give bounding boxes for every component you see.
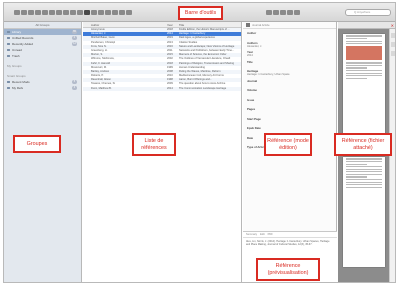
pdf-tool-button[interactable]	[391, 51, 395, 56]
folder-icon	[7, 37, 10, 39]
toolbar-button[interactable]	[42, 10, 48, 15]
group-label: Recent Mods	[12, 80, 30, 84]
editor-field[interactable]: Author	[243, 29, 336, 39]
editor-field[interactable]: Authors Alexander, J.	[243, 39, 336, 49]
group-label: Unfiled Records	[12, 36, 34, 40]
cell-author: Dunn, Matthew B.	[91, 86, 112, 90]
gear-icon	[7, 81, 10, 83]
callout-toolbar: Barre d'outils	[178, 6, 223, 20]
toolbar-buttons-left	[14, 10, 132, 15]
table-row[interactable]: Dunn, Matthew B. 2014 The Communication La…	[83, 86, 241, 91]
column-header-author-ext[interactable]	[115, 22, 167, 27]
callout-reference-attachment: Référence (fichier attaché)	[334, 133, 392, 156]
preview-text: Alex, Lin, Norris, J. (2014). Heritage: …	[246, 240, 330, 247]
reference-type-icon	[246, 23, 250, 27]
group-count: 0	[72, 36, 77, 40]
toolbar-button[interactable]	[119, 10, 125, 15]
group-section-my-groups[interactable]: My Groups	[4, 63, 81, 69]
toolbar-button[interactable]	[14, 10, 20, 15]
cell-year: 2014	[167, 86, 173, 90]
group-label: Library	[12, 30, 22, 34]
editor-field[interactable]: Start Page	[243, 115, 336, 125]
editor-field[interactable]: Volume	[243, 86, 336, 96]
cell-flag	[83, 87, 91, 91]
pdf-toolbar: ✕	[338, 22, 395, 29]
toolbar-button[interactable]	[21, 10, 27, 15]
group-label: My Refs	[12, 86, 24, 90]
toolbar-button[interactable]	[49, 10, 55, 15]
toolbar-button[interactable]	[273, 10, 279, 15]
toolbar-button[interactable]	[63, 10, 69, 15]
group-label: Trash	[12, 54, 20, 58]
tab-pdf[interactable]: PDF	[268, 232, 273, 237]
editor-field[interactable]: Pages	[243, 105, 336, 115]
callout-groups: Groupes	[13, 135, 61, 153]
group-count: 3	[72, 86, 77, 90]
group-item-trash[interactable]: Trash	[4, 53, 81, 59]
toolbar-button[interactable]	[28, 10, 34, 15]
group-count: 5	[72, 80, 77, 84]
reference-rows: Anonymous 2018 Kindle Edition, the Histori…	[83, 28, 241, 91]
editor-field[interactable]: Year 2014	[243, 48, 336, 58]
editor-field[interactable]: Issue	[243, 96, 336, 106]
editor-field[interactable]: Title	[243, 58, 336, 68]
clock-icon	[7, 43, 10, 45]
group-label: Unread	[12, 48, 22, 52]
tab-summary[interactable]: Summary	[246, 232, 257, 237]
group-count: 65	[72, 30, 77, 34]
close-icon[interactable]: ✕	[391, 23, 394, 28]
column-header-author[interactable]: Author	[91, 22, 115, 27]
library-icon	[7, 31, 10, 33]
editor-toolbar: Journal Article	[243, 22, 336, 29]
toolbar-buttons-right	[266, 10, 300, 15]
cell-author-ext	[115, 87, 167, 91]
trash-icon	[7, 55, 10, 57]
column-header-title[interactable]: Title	[179, 22, 241, 27]
reference-type[interactable]: Journal Article	[252, 23, 270, 27]
callout-reference-list: Liste de références	[132, 133, 176, 156]
toolbar-button[interactable]	[56, 10, 62, 15]
toolbar-button[interactable]	[112, 10, 118, 15]
toolbar-button[interactable]	[91, 10, 97, 15]
toolbar-button[interactable]	[35, 10, 41, 15]
toolbar-button[interactable]	[105, 10, 111, 15]
search-input[interactable]: Q Anywhere	[345, 9, 391, 16]
toolbar-button[interactable]	[294, 10, 300, 15]
pdf-side-toolbar	[389, 29, 395, 282]
group-label: Recently Added	[12, 42, 34, 46]
callout-reference-edit: Référence (mode édition)	[264, 133, 312, 156]
toolbar-button[interactable]	[287, 10, 293, 15]
toolbar-button[interactable]	[98, 10, 104, 15]
groups-header: All Groups	[4, 22, 81, 29]
cell-title: The Communication Landscape Heritage	[179, 86, 227, 90]
toolbar-button[interactable]	[77, 10, 83, 15]
tab-edit[interactable]: Edit	[260, 232, 264, 237]
group-item-smart[interactable]: My Refs 3	[4, 85, 81, 91]
toolbar-button[interactable]	[280, 10, 286, 15]
editor-field[interactable]: Journal	[243, 77, 336, 87]
group-count: 12	[72, 42, 77, 46]
pdf-tool-button[interactable]	[391, 33, 395, 38]
toolbar-button[interactable]	[70, 10, 76, 15]
callout-reference-preview: Référence (prévisualisation)	[256, 258, 320, 281]
toolbar-button[interactable]	[126, 10, 132, 15]
column-header-flag[interactable]	[83, 22, 91, 27]
gear-icon	[7, 87, 10, 89]
pdf-figure	[346, 46, 382, 61]
pdf-tool-button[interactable]	[391, 42, 395, 47]
mail-icon	[7, 49, 10, 51]
toolbar-button[interactable]	[266, 10, 272, 15]
editor-field[interactable]: Heritage Heritage: 1 Canterbury, Urban Sp…	[243, 67, 336, 77]
toolbar-button-active[interactable]	[84, 10, 90, 15]
pdf-page[interactable]	[343, 157, 385, 267]
column-header-year[interactable]: Year	[167, 22, 179, 27]
